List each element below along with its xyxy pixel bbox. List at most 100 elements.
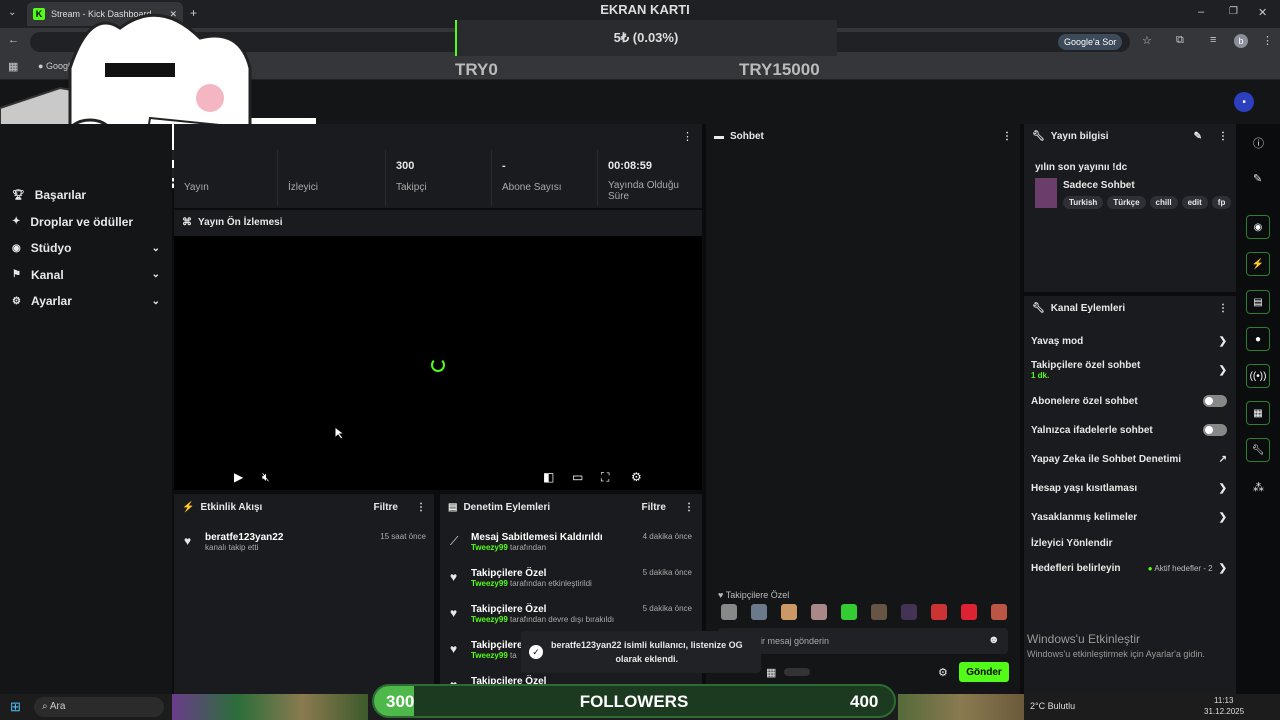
chevron-down-icon[interactable]: ⌄ xyxy=(152,269,160,280)
weather[interactable]: 2°C Bulutlu xyxy=(1030,701,1075,711)
preview-icon: ⌘ xyxy=(182,216,192,228)
store-icon[interactable]: ▦ xyxy=(766,666,776,679)
edit-icon[interactable]: ✎ xyxy=(1194,131,1202,142)
profile-avatar[interactable]: b xyxy=(1234,34,1248,48)
tag[interactable]: Turkish xyxy=(1063,196,1104,209)
emote-icon[interactable] xyxy=(751,604,767,620)
emote-icon[interactable] xyxy=(811,604,827,620)
tag[interactable]: fp xyxy=(1211,196,1231,209)
emote-icon[interactable] xyxy=(961,604,977,620)
browser-menu-icon[interactable]: ⋮ xyxy=(1262,34,1273,47)
emote-icon[interactable] xyxy=(991,604,1007,620)
chevron-down-icon[interactable]: ⌄ xyxy=(152,296,160,307)
emote-icon[interactable] xyxy=(721,604,737,620)
share-icon[interactable]: ⁂ xyxy=(1253,481,1264,494)
followers-only-notice: ♥ Takipçilere Özel xyxy=(718,590,790,600)
emote-icon[interactable] xyxy=(931,604,947,620)
taskbar-search[interactable]: ⌕ Ara xyxy=(34,697,164,717)
rail-chat-button[interactable]: ● xyxy=(1246,327,1270,351)
slow-mode-row[interactable]: Yavaş mod ❯ xyxy=(1031,336,1227,347)
send-button[interactable]: Gönder xyxy=(959,662,1009,682)
emote-icon[interactable] xyxy=(901,604,917,620)
sidebar-item-2[interactable]: ◉ Stüdyo ⌄ xyxy=(12,241,160,255)
activity-panel: ⚡ Etkinlik Akışı Filtre ⋮ ♥ beratfe123yan2… xyxy=(174,494,434,694)
redirect-row[interactable]: İzleyici Yönlendir xyxy=(1031,538,1227,549)
sidebar-item-1[interactable]: ✦ Droplar ve ödüller xyxy=(12,215,160,229)
emote-icon[interactable] xyxy=(871,604,887,620)
chat-input[interactable]: ir mesaj gönderin ☻ xyxy=(718,628,1008,654)
emote-icon[interactable] xyxy=(841,604,857,620)
goal-progress-text: 5₺ (0.03%) xyxy=(613,30,679,45)
sidebar-item-4[interactable]: ⚙ Ayarlar ⌄ xyxy=(12,294,160,308)
banned-words-row[interactable]: Yasaklanmış kelimeler ❯ xyxy=(1031,512,1227,523)
windows-start-icon[interactable]: ⊞ xyxy=(10,699,21,715)
watermark-title: Windows'u Etkinleştir xyxy=(1027,632,1140,646)
chat-menu-icon[interactable]: ⋮ xyxy=(1002,131,1012,142)
account-age-label: Hesap yaşı kısıtlaması xyxy=(1031,483,1138,494)
play-icon[interactable]: ▶ xyxy=(234,470,243,484)
stats-menu-icon[interactable]: ⋮ xyxy=(682,130,693,143)
pip-icon[interactable]: ◧ xyxy=(543,470,554,484)
moderation-item-user[interactable]: Tweezy99 xyxy=(471,543,508,552)
followers-chat-row[interactable]: Takipçilere özel sohbet 1 dk. ❯ xyxy=(1031,360,1227,380)
emote-chat-toggle[interactable] xyxy=(1203,424,1227,436)
lightning-icon: ⚡ xyxy=(1251,258,1265,270)
extensions-icon[interactable]: ⧉ xyxy=(1176,34,1184,47)
moderation-filter-button[interactable]: Filtre xyxy=(642,502,666,513)
preview-title: Yayın Ön İzlemesi xyxy=(198,216,283,228)
fullscreen-icon[interactable]: ⛶ xyxy=(601,470,609,485)
pencil-icon[interactable]: ✎ xyxy=(1253,172,1262,185)
rail-moderation-button[interactable]: ▤ xyxy=(1246,290,1270,314)
subs-chat-toggle[interactable] xyxy=(1203,395,1227,407)
sidebar-item-3[interactable]: ⚑ Kanal ⌄ xyxy=(12,268,160,282)
window-close-icon[interactable]: ✕ xyxy=(1258,6,1267,19)
stream-info-title: Yayın bilgisi xyxy=(1050,130,1109,142)
tag[interactable]: Türkçe xyxy=(1107,196,1146,209)
clock-time[interactable]: 11:13 xyxy=(1214,696,1233,705)
activity-menu-icon[interactable]: ⋮ xyxy=(416,502,426,513)
stat-uptime: 00:08:59 Yayında Olduğu Süre xyxy=(598,150,702,206)
rail-broadcast-button[interactable]: ((•)) xyxy=(1246,364,1270,388)
goals-row[interactable]: Hedefleri belirleyin ● Aktif hedefler - 2… xyxy=(1031,563,1227,574)
stream-info-menu-icon[interactable]: ⋮ xyxy=(1218,131,1228,142)
emote-icon[interactable] xyxy=(781,604,797,620)
minimize-icon[interactable]: – xyxy=(1198,6,1204,18)
rail-activity-button[interactable]: ⚡ xyxy=(1246,252,1270,276)
stream-category[interactable]: Sadece Sohbet xyxy=(1063,180,1135,191)
moderation-menu-icon[interactable]: ⋮ xyxy=(684,502,694,513)
goals-status-text: Aktif hedefler - 2 xyxy=(1154,564,1213,573)
settings-icon[interactable]: ⚙ xyxy=(631,470,642,484)
bookmark-star-icon[interactable]: ☆ xyxy=(1142,34,1152,47)
moderation-item-user[interactable]: Tweezy99 xyxy=(471,579,508,588)
restore-icon[interactable]: ❐ xyxy=(1229,6,1238,17)
chat-settings-icon[interactable]: ⚙ xyxy=(938,666,948,679)
media-icon[interactable]: ≡ xyxy=(1210,34,1216,46)
rail-preview-button[interactable]: ◉ xyxy=(1246,215,1270,239)
ai-mod-row[interactable]: Yapay Zeka ile Sohbet Denetimi ↗ xyxy=(1031,454,1227,465)
account-age-row[interactable]: Hesap yaşı kısıtlaması ❯ xyxy=(1031,483,1227,494)
chevron-right-icon: ❯ xyxy=(1218,512,1227,523)
channel-icon: ⚑ xyxy=(12,269,21,280)
external-link-icon: ↗ xyxy=(1218,454,1227,465)
sidebar-item-label: Kanal xyxy=(30,267,64,282)
info-icon[interactable]: ⓘ xyxy=(1253,135,1264,151)
rail-store-button[interactable]: ▦ xyxy=(1246,401,1270,425)
tag[interactable]: chill xyxy=(1149,196,1178,209)
chevron-down-icon[interactable]: ⌄ xyxy=(152,243,160,254)
moderation-item: ♥ Takipçilere Özel Tweezy99 tarafından dev… xyxy=(450,604,694,624)
ask-google-button[interactable]: Google'a Sor xyxy=(1058,34,1123,50)
activity-filter-button[interactable]: Filtre xyxy=(374,502,398,513)
channel-actions-menu-icon[interactable]: ⋮ xyxy=(1218,303,1228,314)
tag[interactable]: edit xyxy=(1181,196,1208,209)
user-avatar[interactable]: ■ xyxy=(1234,92,1254,112)
rail-tools-button[interactable]: 🔧︎ xyxy=(1246,438,1270,462)
theater-icon[interactable]: ▭ xyxy=(572,470,583,484)
emoji-icon[interactable]: ☻ xyxy=(988,634,1000,646)
clock-date[interactable]: 31.12.2025 xyxy=(1204,707,1244,716)
moderation-item-user[interactable]: Tweezy99 xyxy=(471,651,508,660)
sidebar-item-0[interactable]: 🏆︎ Başarılar xyxy=(12,188,160,202)
uptime-value: 00:08:59 xyxy=(608,160,653,172)
video-player[interactable] xyxy=(174,236,702,490)
moderation-item-user[interactable]: Tweezy99 xyxy=(471,615,508,624)
mute-icon[interactable]: 🔇︎ xyxy=(262,470,270,485)
